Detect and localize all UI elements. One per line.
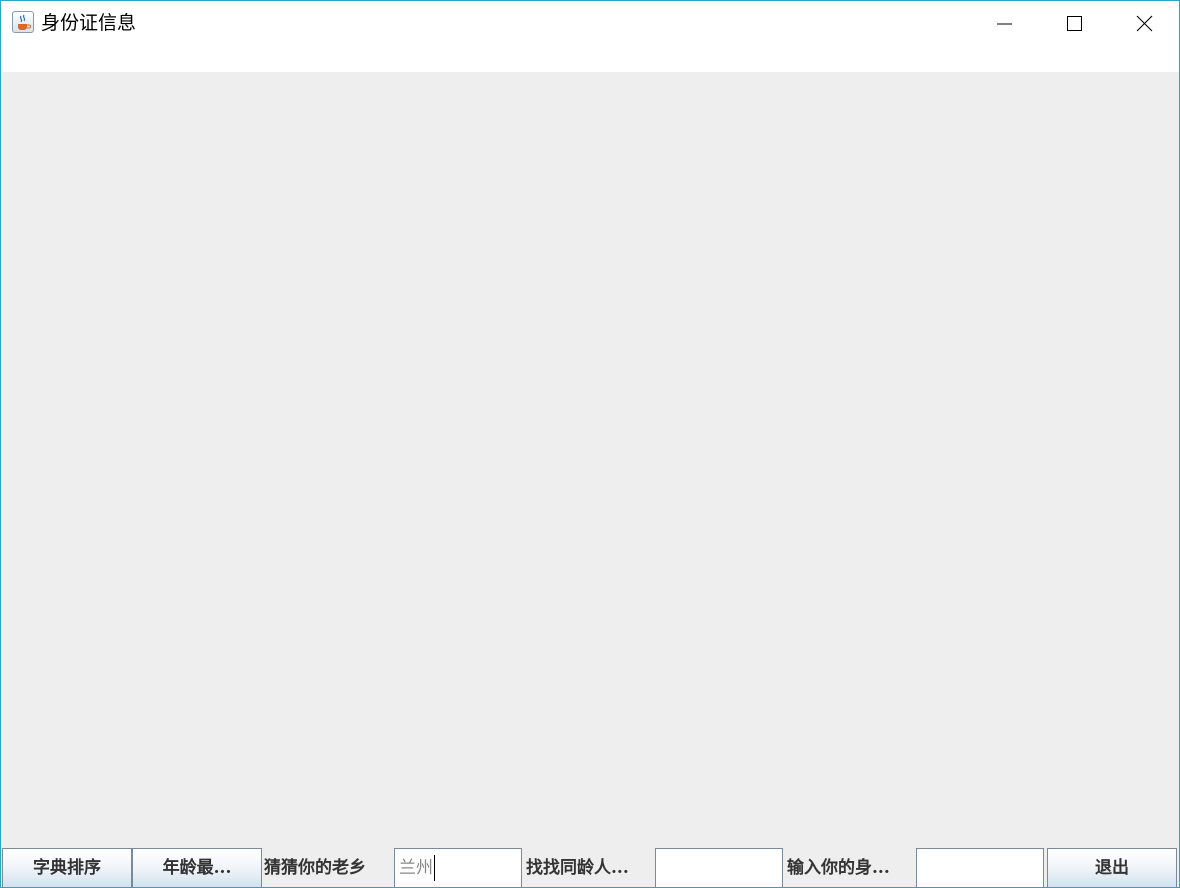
maximize-button[interactable] bbox=[1039, 1, 1109, 45]
maximize-icon bbox=[1067, 16, 1082, 31]
input-id-label: 输入你的身... bbox=[787, 858, 890, 878]
bottom-toolbar: 字典排序 年龄最... 猜猜你的老乡 兰州 找找同龄人... 输入你的身... … bbox=[1, 847, 1179, 887]
minimize-button[interactable] bbox=[969, 1, 1039, 45]
text-caret bbox=[434, 855, 435, 881]
age-max-button[interactable]: 年龄最... bbox=[132, 848, 262, 887]
hometown-input-text: 兰州 bbox=[399, 858, 433, 878]
find-same-age-label: 找找同龄人... bbox=[526, 858, 629, 878]
close-icon bbox=[1136, 15, 1153, 32]
sort-dict-button[interactable]: 字典排序 bbox=[2, 848, 132, 887]
java-coffee-icon[interactable] bbox=[12, 11, 34, 33]
window-title: 身份证信息 bbox=[41, 12, 137, 34]
content-area bbox=[1, 72, 1179, 847]
exit-button[interactable]: 退出 bbox=[1047, 848, 1177, 887]
guess-hometown-label: 猜猜你的老乡 bbox=[264, 858, 366, 878]
close-button[interactable] bbox=[1109, 1, 1179, 45]
id-input[interactable] bbox=[916, 848, 1044, 887]
app-window: 身份证信息 字典排序 年龄最... 猜猜你的老乡 兰州 找找同龄人... 输入你… bbox=[0, 0, 1180, 888]
minimize-icon bbox=[997, 23, 1012, 25]
title-bar[interactable]: 身份证信息 bbox=[1, 1, 1179, 72]
same-age-input[interactable] bbox=[655, 848, 783, 887]
hometown-input[interactable]: 兰州 bbox=[394, 848, 522, 887]
